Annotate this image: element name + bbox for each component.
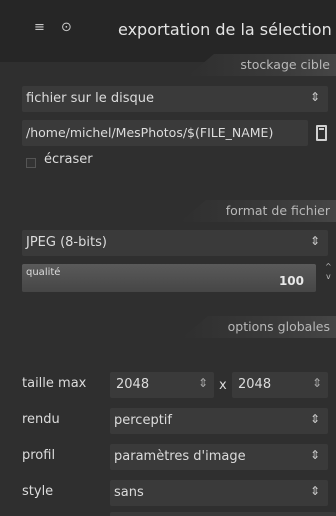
size-separator: x — [219, 378, 227, 393]
section-format: format de fichier — [180, 200, 336, 222]
module-header: ≡ ⊙ exportation de la sélection — [0, 0, 336, 62]
section-format-title: format de fichier — [225, 203, 330, 218]
chevron-updown-icon: ⇕ — [309, 448, 320, 462]
profile-value: paramètres d'image — [114, 449, 246, 464]
format-select[interactable]: JPEG (8-bits) ⇕ — [22, 230, 328, 256]
spinner-icon[interactable]: ⇕ — [198, 376, 208, 390]
storage-target-select[interactable]: fichier sur le disque ⇕ — [22, 86, 328, 112]
module-title: exportation de la sélection — [118, 20, 332, 39]
export-button[interactable]: exporter — [110, 512, 336, 516]
section-global-title: options globales — [227, 319, 330, 334]
overwrite-checkbox[interactable] — [26, 158, 36, 168]
export-path-value: /home/michel/MesPhotos/$(FILE_NAME) — [26, 125, 274, 140]
section-global: options globales — [182, 316, 336, 338]
intent-select[interactable]: perceptif ⇕ — [110, 408, 328, 434]
chevron-updown-icon: ⇕ — [309, 484, 320, 498]
max-width-input[interactable]: 2048 ⇕ — [110, 372, 214, 398]
max-height-input[interactable]: 2048 ⇕ — [232, 372, 328, 398]
style-select[interactable]: sans ⇕ — [110, 480, 328, 506]
quality-label: qualité — [26, 267, 61, 278]
style-label: style — [22, 484, 54, 499]
max-height-value: 2048 — [238, 377, 272, 392]
profile-select[interactable]: paramètres d'image ⇕ — [110, 444, 328, 470]
export-path-field[interactable]: /home/michel/MesPhotos/$(FILE_NAME) — [22, 120, 308, 146]
quality-value: 100 — [278, 274, 304, 288]
max-size-label: taille max — [22, 376, 87, 391]
quality-slider-fill — [22, 264, 316, 292]
chevron-updown-icon: ⇕ — [309, 412, 320, 426]
spinner-icon[interactable]: ⇕ — [312, 376, 322, 390]
style-value: sans — [114, 485, 144, 500]
section-storage-title: stockage cible — [240, 57, 330, 72]
section-storage: stockage cible — [188, 54, 336, 76]
max-width-value: 2048 — [116, 377, 150, 392]
quality-stepper-icon[interactable]: ^ v — [325, 262, 332, 282]
chevron-updown-icon: ⇕ — [309, 234, 320, 248]
overwrite-label: écraser — [44, 152, 93, 167]
format-value: JPEG (8-bits) — [26, 235, 107, 250]
quality-slider[interactable]: qualité 100 — [22, 264, 316, 292]
chevron-updown-icon: ⇕ — [309, 90, 320, 104]
intent-label: rendu — [22, 412, 60, 427]
profile-label: profil — [22, 448, 56, 463]
folder-icon[interactable] — [316, 125, 327, 141]
hamburger-icon[interactable]: ≡ ⊙ — [34, 20, 78, 35]
storage-target-value: fichier sur le disque — [26, 91, 155, 106]
intent-value: perceptif — [114, 413, 172, 428]
